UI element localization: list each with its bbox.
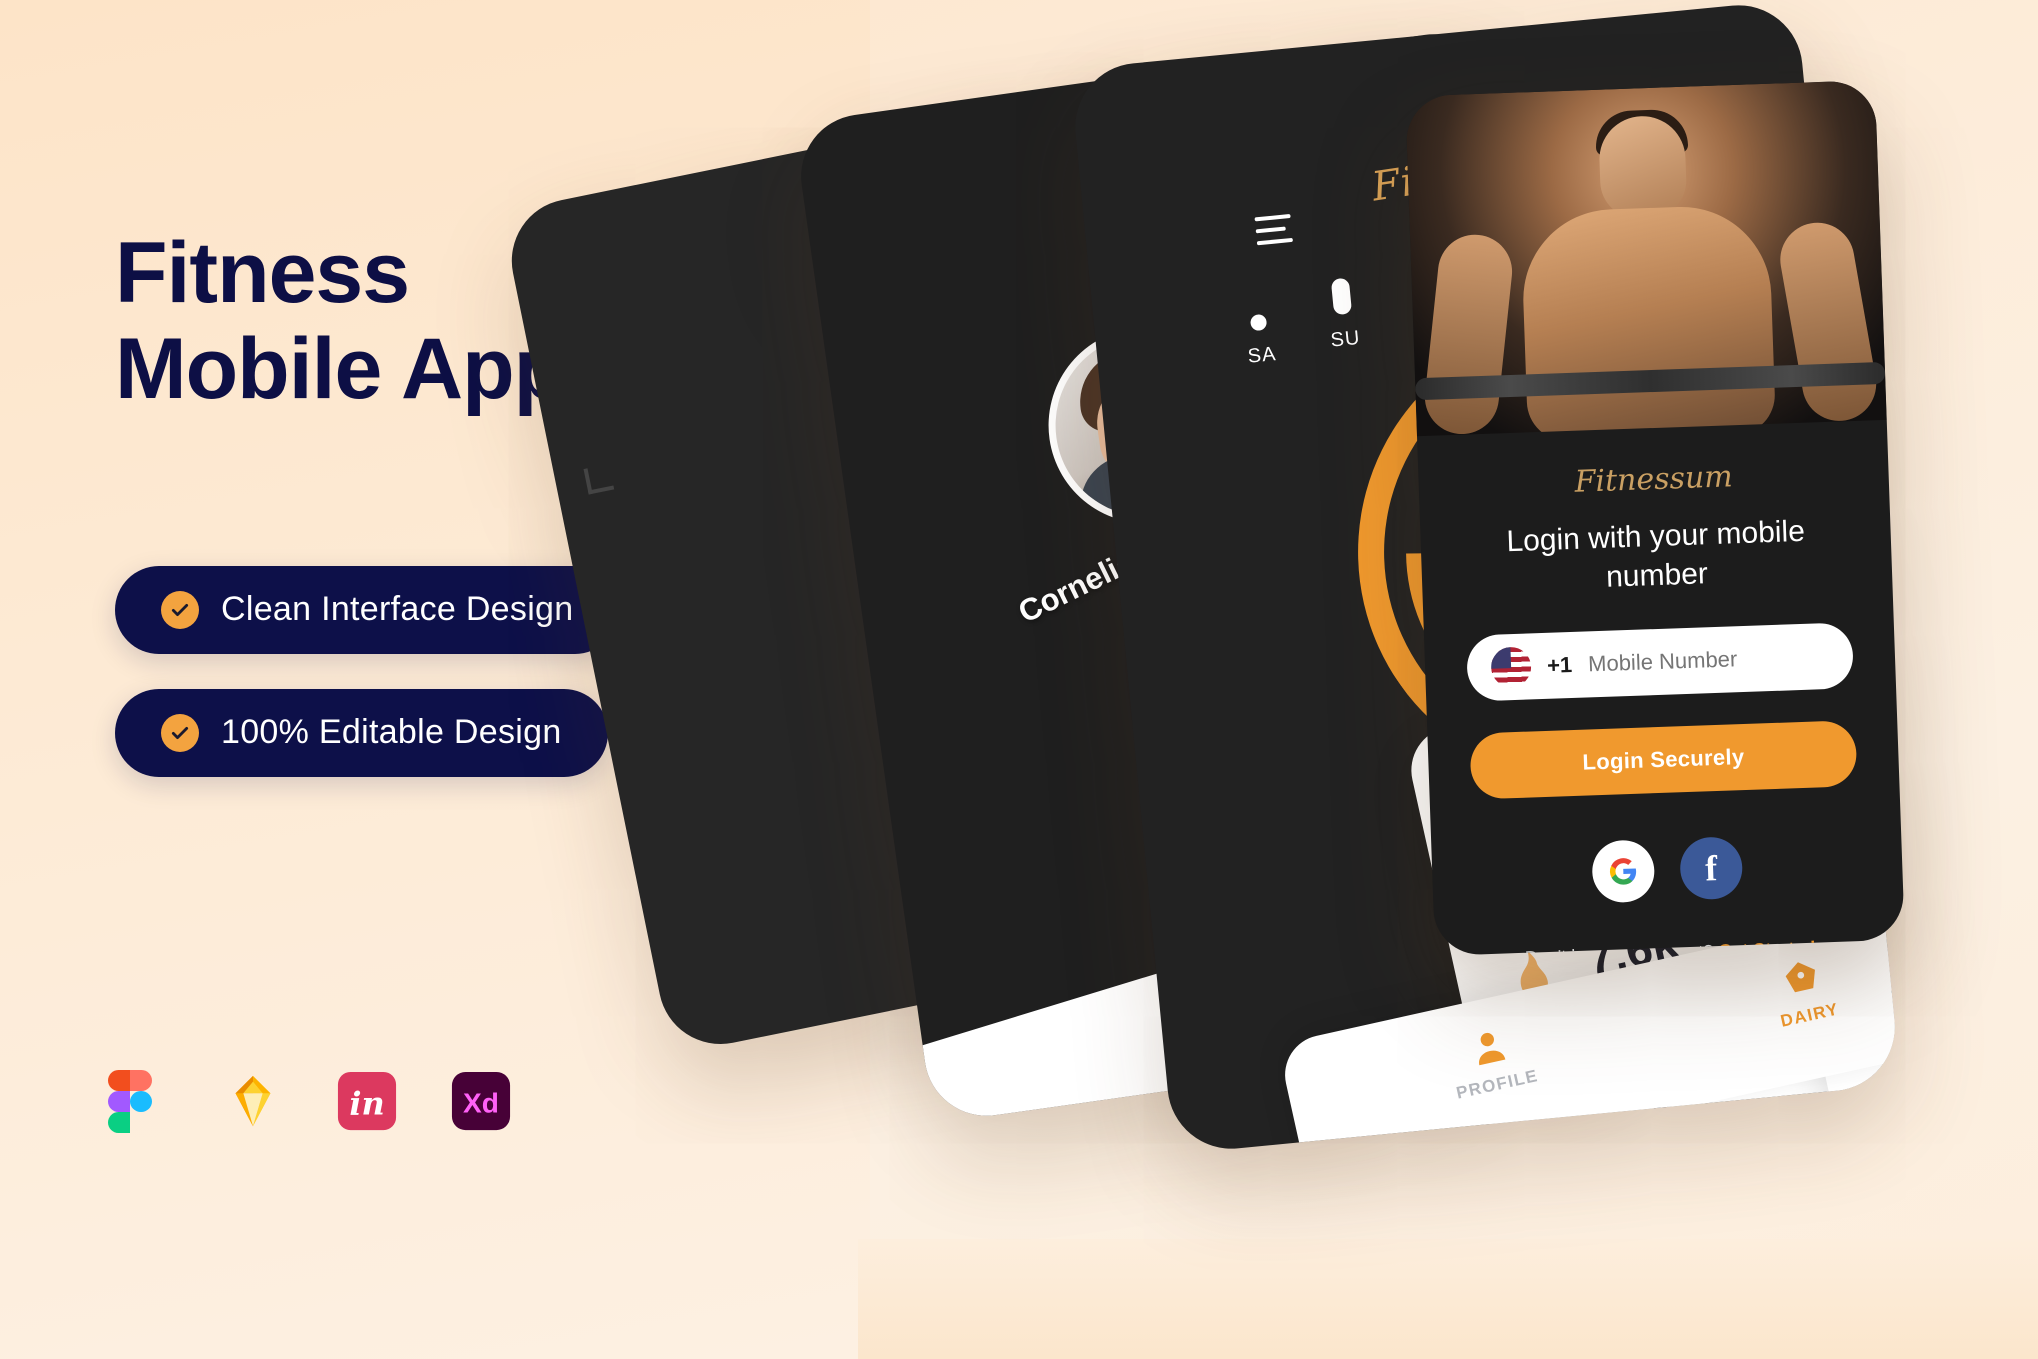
feature-pill-clean-interface[interactable]: Clean Interface Design bbox=[115, 565, 620, 654]
feature-pill-label: 100% Editable Design bbox=[221, 713, 562, 752]
svg-text:Xd: Xd bbox=[463, 1088, 499, 1119]
nav-item-label: PROFILE bbox=[1454, 1066, 1541, 1103]
stat-unit: Glasses bbox=[1631, 1137, 1710, 1154]
us-flag-icon[interactable] bbox=[1490, 646, 1532, 688]
adobe-xd-icon: Xd bbox=[450, 1070, 512, 1132]
design-tool-icon-row: in Xd bbox=[108, 1070, 512, 1133]
check-circle-icon bbox=[161, 713, 199, 752]
day-chip-label: SA bbox=[1246, 343, 1278, 368]
login-heading: Login with your mobile number bbox=[1505, 514, 1806, 594]
facebook-icon[interactable]: f bbox=[1679, 836, 1744, 901]
google-icon[interactable] bbox=[1591, 839, 1656, 904]
nav-item-dairy-active[interactable]: DAIRY bbox=[1768, 953, 1841, 1032]
phone-number-input[interactable] bbox=[1587, 641, 1877, 678]
svg-text:in: in bbox=[349, 1085, 384, 1123]
social-login-row: f bbox=[1473, 832, 1861, 907]
title-line-1: Fitness bbox=[115, 225, 410, 321]
check-circle-icon bbox=[161, 590, 199, 629]
day-chip-su[interactable]: SU bbox=[1325, 277, 1362, 353]
day-chip-sa[interactable]: SA bbox=[1244, 313, 1278, 369]
phone-mockup-stage: Cornelia Stevenson New Delhi, India DAIR… bbox=[500, 0, 2038, 1359]
invision-icon: in bbox=[336, 1070, 398, 1132]
phone-corner-marker bbox=[583, 463, 615, 495]
login-brand-logo: Fitnessum bbox=[1574, 459, 1734, 500]
figma-icon bbox=[108, 1070, 170, 1133]
country-code[interactable]: +1 bbox=[1547, 652, 1573, 679]
phone-mockup-login: Fitnessum Login with your mobile number … bbox=[1405, 80, 1905, 956]
nav-item-label: DAIRY bbox=[1778, 999, 1841, 1031]
feature-pill-label: Clean Interface Design bbox=[221, 590, 574, 629]
hamburger-icon[interactable] bbox=[1254, 213, 1293, 253]
sketch-icon bbox=[222, 1070, 284, 1132]
phone-input-group[interactable]: +1 bbox=[1465, 622, 1877, 702]
login-hero-image bbox=[1405, 80, 1887, 437]
login-submit-button[interactable]: Login Securely bbox=[1469, 720, 1858, 800]
feature-pill-editable-design[interactable]: 100% Editable Design bbox=[115, 688, 608, 777]
nav-item-profile[interactable]: PROFILE bbox=[1444, 1019, 1540, 1103]
